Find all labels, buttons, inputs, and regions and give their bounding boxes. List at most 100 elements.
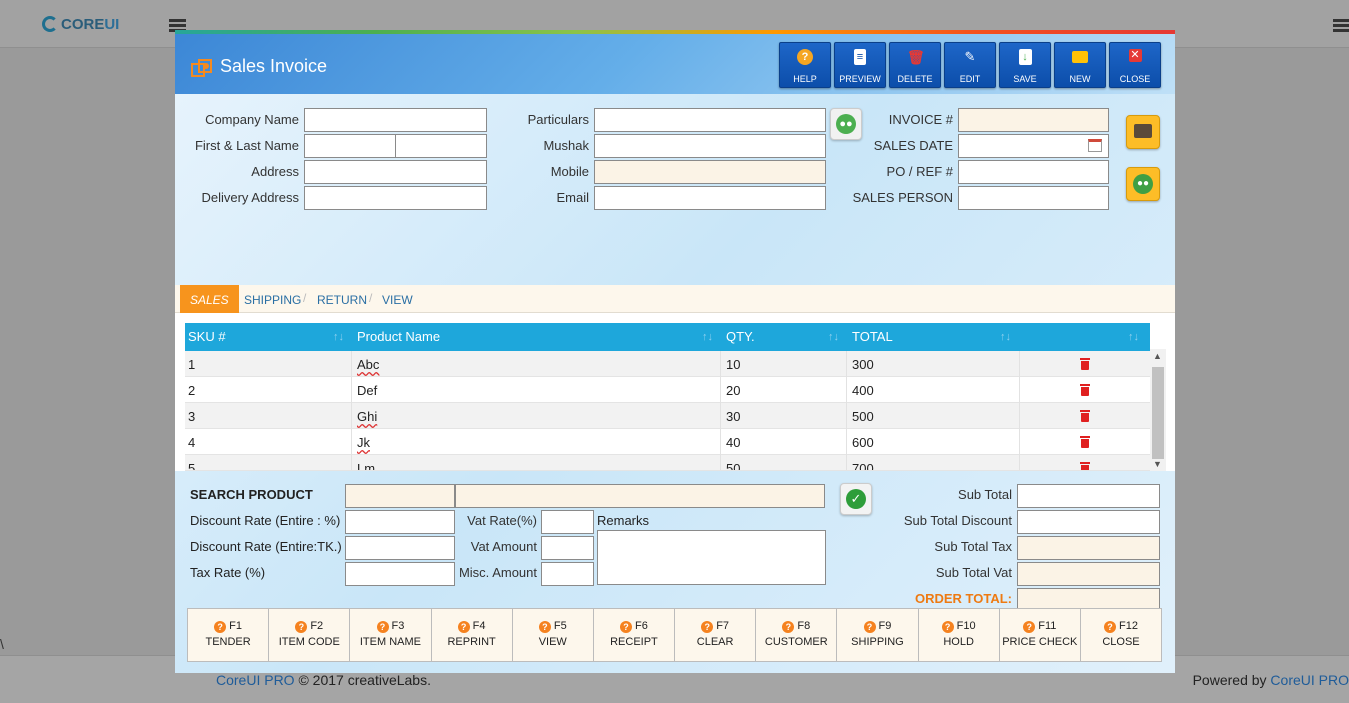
fn-key: F9 — [878, 620, 892, 632]
sort-icon[interactable]: ↑↓ — [828, 323, 839, 351]
vat-rate-input[interactable] — [541, 510, 594, 534]
fn-key: F8 — [797, 620, 811, 632]
close-button[interactable]: ✕ CLOSE — [1109, 42, 1161, 88]
invoice-search-button[interactable] — [1126, 115, 1160, 149]
help-button[interactable]: ? HELP — [779, 42, 831, 88]
tax-rate-input[interactable] — [345, 562, 455, 586]
tab-shipping[interactable]: SHIPPING — [244, 285, 301, 313]
powered-by-link[interactable]: CoreUI PRO — [1270, 672, 1349, 688]
sub-total-discount-input[interactable] — [1017, 510, 1160, 534]
add-product-button[interactable]: ✓ — [840, 483, 872, 515]
help-icon: ? — [295, 621, 308, 633]
sort-icon[interactable]: ↑↓ — [1000, 323, 1011, 351]
fn-hold-button[interactable]: ? F10 HOLD — [917, 608, 1000, 662]
scroll-thumb[interactable] — [1152, 367, 1164, 459]
sort-icon[interactable]: ↑↓ — [702, 323, 713, 351]
table-row[interactable]: 1 Abc 10 300 — [185, 351, 1150, 377]
invoice-input[interactable] — [958, 108, 1109, 132]
scroll-down-icon[interactable]: ▼ — [1153, 459, 1162, 469]
divider — [846, 377, 847, 403]
fn-reprint-button[interactable]: ? F4 REPRINT — [430, 608, 513, 662]
col-qty[interactable]: QTY. — [723, 323, 755, 351]
po-ref-input[interactable] — [958, 160, 1109, 184]
col-sku[interactable]: SKU # — [185, 323, 226, 351]
scroll-up-icon[interactable]: ▲ — [1153, 351, 1162, 361]
fn-price-check-button[interactable]: ? F11 PRICE CHECK — [998, 608, 1081, 662]
save-label: SAVE — [1013, 74, 1037, 84]
delivery-address-input[interactable] — [304, 186, 487, 210]
fn-item-code-button[interactable]: ? F2 ITEM CODE — [268, 608, 351, 662]
misc-amount-input[interactable] — [541, 562, 594, 586]
search-product-code-input[interactable] — [345, 484, 455, 508]
fn-customer-button[interactable]: ? F8 CUSTOMER — [755, 608, 838, 662]
fn-label: CUSTOMER — [764, 636, 828, 648]
first-name-input[interactable] — [304, 134, 396, 158]
new-button[interactable]: NEW — [1054, 42, 1106, 88]
divider — [846, 403, 847, 429]
delete-row-icon[interactable] — [1080, 462, 1090, 470]
fn-label: CLEAR — [696, 636, 734, 648]
divider — [351, 455, 352, 470]
app-logo[interactable]: COREUI — [42, 16, 119, 33]
delete-button[interactable]: 🗑 DELETE — [889, 42, 941, 88]
table-row[interactable]: 5 Lm 50 700 — [185, 455, 1150, 471]
company-name-input[interactable] — [304, 108, 487, 132]
fn-key: F5 — [553, 620, 567, 632]
function-key-bar: ? F1 TENDER ? F2 ITEM CODE ? F3 ITEM NAME ? F4 R… — [187, 608, 1163, 662]
fn-close-button[interactable]: ? F12 CLOSE — [1079, 608, 1163, 662]
delete-row-icon[interactable] — [1080, 436, 1090, 448]
help-icon: ? — [620, 621, 633, 633]
address-input[interactable] — [304, 160, 487, 184]
particulars-input[interactable] — [594, 108, 826, 132]
col-total[interactable]: TOTAL — [849, 323, 893, 351]
sales-person-lookup-button[interactable]: ●● — [1126, 167, 1160, 201]
edit-label: EDIT — [959, 74, 981, 84]
email-input[interactable] — [594, 186, 826, 210]
sort-icon[interactable]: ↑↓ — [1128, 323, 1139, 351]
footer-link[interactable]: CoreUI PRO — [216, 672, 295, 688]
mobile-input[interactable] — [594, 160, 826, 184]
remarks-textarea[interactable] — [597, 530, 826, 585]
vat-amount-input[interactable] — [541, 536, 594, 560]
sub-total-input[interactable] — [1017, 484, 1160, 508]
tab-bar: SALES SHIPPING / RETURN / VIEW — [175, 285, 1175, 313]
discount-rate-pct-input[interactable] — [345, 510, 455, 534]
fn-receipt-button[interactable]: ? F6 RECEIPT — [592, 608, 676, 662]
footer-powered: Powered by CoreUI PRO — [1193, 672, 1349, 688]
sort-icon[interactable]: ↑↓ — [333, 323, 344, 351]
search-product-name-input[interactable] — [455, 484, 825, 508]
col-product-name[interactable]: Product Name — [354, 323, 440, 351]
tab-view[interactable]: VIEW — [382, 285, 413, 313]
sub-total-tax-input[interactable] — [1017, 536, 1160, 560]
edit-button[interactable]: ✎ EDIT — [944, 42, 996, 88]
fn-clear-button[interactable]: ? F7 CLEAR — [674, 608, 757, 662]
mushak-input[interactable] — [594, 134, 826, 158]
table-scrollbar[interactable]: ▲ ▼ — [1150, 349, 1166, 471]
folder-icon — [1072, 51, 1088, 63]
table-row[interactable]: 4 Jk 40 600 — [185, 429, 1150, 455]
sub-total-vat-input[interactable] — [1017, 562, 1160, 586]
fn-item-name-button[interactable]: ? F3 ITEM NAME — [349, 608, 432, 662]
discount-rate-tk-input[interactable] — [345, 536, 455, 560]
calendar-icon[interactable] — [1088, 139, 1102, 152]
aside-toggle-icon[interactable] — [1333, 19, 1349, 32]
sales-person-input[interactable] — [958, 186, 1109, 210]
help-icon: ? — [797, 49, 813, 65]
delete-row-icon[interactable] — [1080, 358, 1090, 370]
help-label: HELP — [793, 74, 817, 84]
divider — [351, 403, 352, 429]
fn-view-button[interactable]: ? F5 VIEW — [511, 608, 594, 662]
fn-tender-button[interactable]: ? F1 TENDER — [187, 608, 270, 662]
preview-button[interactable]: ≡ PREVIEW — [834, 42, 886, 88]
last-name-input[interactable] — [395, 134, 487, 158]
table-row[interactable]: 3 Ghi 30 500 — [185, 403, 1150, 429]
help-icon: ? — [1103, 621, 1116, 633]
save-button[interactable]: ↓ SAVE — [999, 42, 1051, 88]
tab-return[interactable]: RETURN — [317, 285, 367, 313]
delete-row-icon[interactable] — [1080, 384, 1090, 396]
sales-date-input[interactable] — [958, 134, 1109, 158]
tab-sales[interactable]: SALES — [180, 285, 239, 313]
delete-row-icon[interactable] — [1080, 410, 1090, 422]
table-row[interactable]: 2 Def 20 400 — [185, 377, 1150, 403]
fn-shipping-button[interactable]: ? F9 SHIPPING — [836, 608, 919, 662]
